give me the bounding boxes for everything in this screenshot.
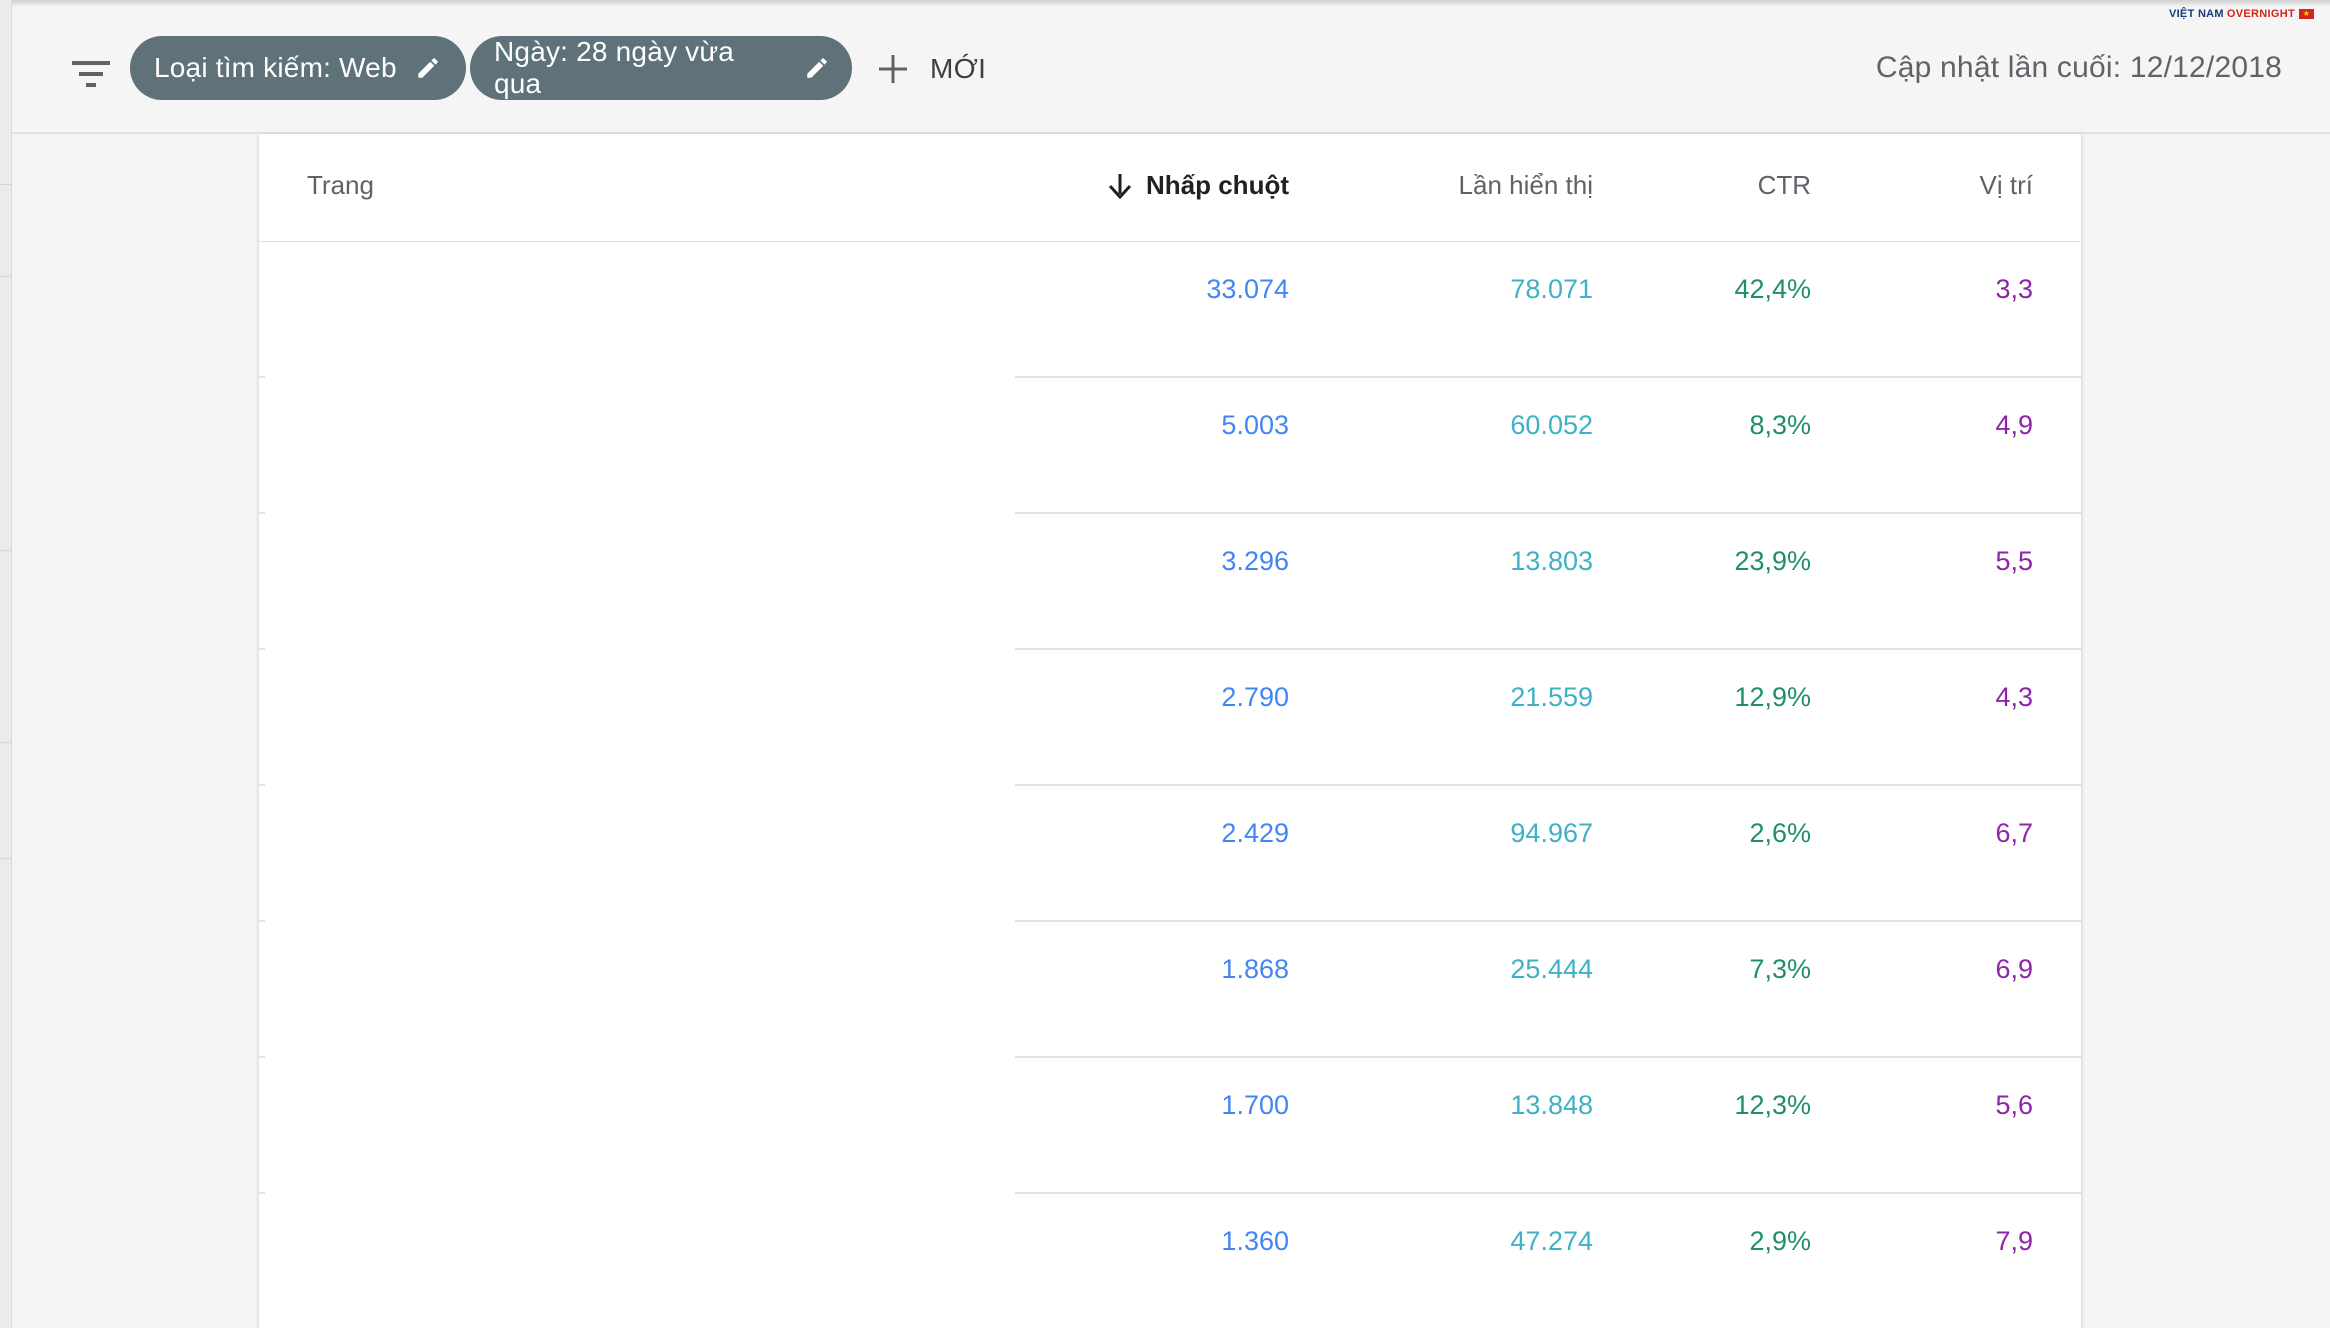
- cell-impressions: 94.967: [1510, 818, 1593, 848]
- table-row[interactable]: 1.700 13.848 12,3% 5,6: [259, 1058, 2081, 1194]
- cell-clicks: 3.296: [1221, 546, 1289, 576]
- cell-ctr: 12,9%: [1734, 682, 1811, 712]
- search-type-chip[interactable]: Loại tìm kiếm: Web: [130, 36, 466, 100]
- header-page: Trang: [307, 170, 374, 200]
- table-row[interactable]: 1.868 25.444 7,3% 6,9: [259, 922, 2081, 1058]
- header-clicks-label: Nhấp chuột: [1146, 170, 1289, 200]
- date-range-chip-label: Ngày: 28 ngày vừa qua: [494, 36, 735, 99]
- table-row[interactable]: 3.296 13.803 23,9% 5,5: [259, 514, 2081, 650]
- cell-position: 5,5: [1995, 546, 2033, 576]
- cell-position: 3,3: [1995, 274, 2033, 304]
- cell-position: 6,9: [1995, 954, 2033, 984]
- cell-impressions: 13.803: [1510, 546, 1593, 576]
- left-edge-panel: [0, 0, 12, 1328]
- table-row[interactable]: 33.074 78.071 42,4% 3,3: [259, 242, 2081, 378]
- date-range-chip[interactable]: Ngày: 28 ngày vừa qua: [470, 36, 852, 100]
- table-row[interactable]: 2.790 21.559 12,9% 4,3: [259, 650, 2081, 786]
- cell-ctr: 8,3%: [1749, 410, 1811, 440]
- cell-impressions: 21.559: [1510, 682, 1593, 712]
- cell-position: 5,6: [1995, 1090, 2033, 1120]
- left-edge-rule: [0, 184, 12, 185]
- table-row[interactable]: 5.003 60.052 8,3% 4,9: [259, 378, 2081, 514]
- cell-ctr: 7,3%: [1749, 954, 1811, 984]
- left-edge-rule: [0, 550, 12, 551]
- arrow-downward-icon: [1108, 173, 1132, 199]
- cell-impressions: 25.444: [1510, 954, 1593, 984]
- cell-impressions: 13.848: [1510, 1090, 1593, 1120]
- filter-list-icon[interactable]: [60, 45, 122, 103]
- cell-ctr: 2,6%: [1749, 818, 1811, 848]
- cell-clicks: 1.360: [1221, 1226, 1289, 1256]
- cell-position: 4,9: [1995, 410, 2033, 440]
- brand-part-1: VIỆT NAM: [2168, 8, 2224, 20]
- cell-clicks: 2.429: [1221, 818, 1289, 848]
- cell-clicks: 33.074: [1206, 274, 1289, 304]
- edit-icon: [804, 55, 830, 81]
- cell-position: 4,3: [1995, 682, 2033, 712]
- filter-toolbar: Loại tìm kiếm: Web Ngày: 28 ngày vừa qua…: [12, 7, 2330, 134]
- new-filter-label: MỚI: [930, 53, 987, 84]
- cell-impressions: 47.274: [1510, 1226, 1593, 1256]
- cell-clicks: 2.790: [1221, 682, 1289, 712]
- last-updated-text: Cập nhật lần cuối: 12/12/2018: [1875, 51, 2282, 84]
- brand-part-2: OVERNIGHT: [2226, 8, 2295, 20]
- header-clicks[interactable]: Nhấp chuột: [1108, 170, 1289, 201]
- cell-ctr: 2,9%: [1749, 1226, 1811, 1256]
- table-row[interactable]: 1.360 47.274 2,9% 7,9: [259, 1194, 2081, 1328]
- plus-icon: [878, 54, 908, 84]
- brand-watermark: VIỆT NAM OVERNIGHT ★: [2169, 8, 2314, 20]
- cell-ctr: 12,3%: [1734, 1090, 1811, 1120]
- cell-impressions: 60.052: [1510, 410, 1593, 440]
- cell-clicks: 1.868: [1221, 954, 1289, 984]
- cell-clicks: 1.700: [1221, 1090, 1289, 1120]
- top-shadow: [0, 0, 2330, 7]
- header-ctr[interactable]: CTR: [1758, 170, 1811, 201]
- left-edge-rule: [0, 276, 12, 277]
- cell-ctr: 23,9%: [1734, 546, 1811, 576]
- edit-icon: [415, 55, 441, 81]
- left-edge-rule: [0, 858, 12, 859]
- header-impressions[interactable]: Lần hiển thị: [1459, 170, 1593, 201]
- cell-position: 7,9: [1995, 1226, 2033, 1256]
- pages-table-card: Trang Nhấp chuột Lần hiển thị CTR Vị trí…: [258, 134, 2082, 1328]
- left-edge-rule: [0, 742, 12, 743]
- table-row[interactable]: 2.429 94.967 2,6% 6,7: [259, 786, 2081, 922]
- cell-ctr: 42,4%: [1734, 274, 1811, 304]
- table-header: Trang Nhấp chuột Lần hiển thị CTR Vị trí: [259, 134, 2081, 242]
- search-type-chip-label: Loại tìm kiếm: Web: [154, 52, 397, 83]
- cell-clicks: 5.003: [1221, 410, 1289, 440]
- vietnam-flag-icon: ★: [2299, 9, 2314, 19]
- cell-impressions: 78.071: [1510, 274, 1593, 304]
- cell-position: 6,7: [1995, 818, 2033, 848]
- header-position[interactable]: Vị trí: [1980, 170, 2033, 201]
- new-filter-button[interactable]: MỚI: [878, 40, 986, 98]
